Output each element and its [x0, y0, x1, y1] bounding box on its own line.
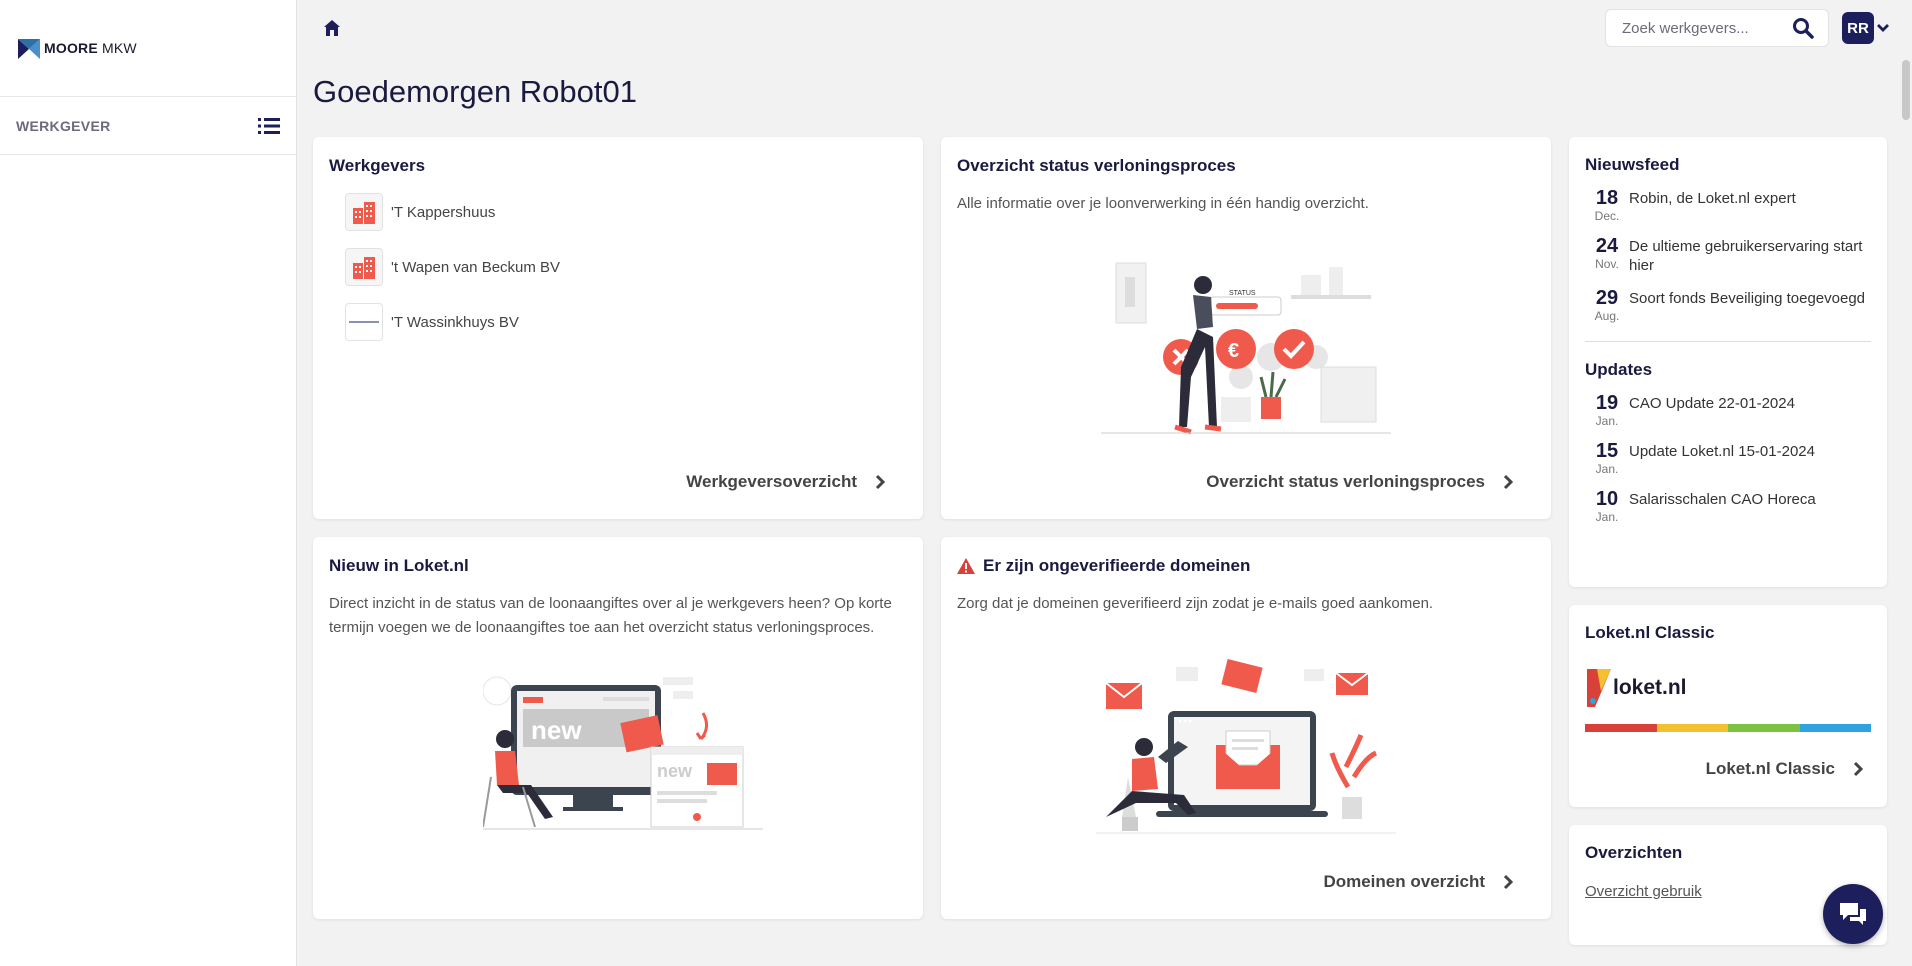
chevron-down-icon[interactable]	[1876, 23, 1890, 33]
overzichten-title: Overzichten	[1585, 843, 1683, 862]
divider	[1585, 341, 1871, 342]
nieuwsfeed-title: Nieuwsfeed	[1585, 155, 1680, 174]
search-icon[interactable]	[1792, 17, 1814, 39]
update-link[interactable]: Update Loket.nl 15-01-2024	[1629, 440, 1871, 461]
page-title: Goedemorgen Robot01	[313, 74, 638, 109]
brand-logo[interactable]: MOORE MKW	[0, 0, 296, 97]
list-item[interactable]: 'T Kappershuus	[345, 192, 560, 232]
list-item[interactable]: 'T Wassinkhuys BV	[345, 302, 560, 342]
update-link[interactable]: CAO Update 22-01-2024	[1629, 392, 1871, 413]
chevron-right-icon	[875, 474, 885, 490]
news-item[interactable]: 24 Nov. De ultieme gebruikerservaring sta…	[1585, 235, 1871, 275]
status-title: Overzicht status verloningsproces	[957, 156, 1236, 175]
building-icon	[345, 193, 383, 231]
scrollbar-thumb[interactable]	[1902, 60, 1910, 120]
brand-name: MOORE MKW	[44, 40, 137, 56]
search-input[interactable]	[1622, 19, 1792, 37]
domeinen-title: Er zijn ongeverifieerde domeinen	[983, 556, 1251, 575]
update-item[interactable]: 15 Jan. Update Loket.nl 15-01-2024	[1585, 440, 1871, 476]
search-box[interactable]	[1605, 9, 1829, 47]
sidebar-section-label: WERKGEVER	[16, 117, 111, 134]
status-illustration: STATUS €	[1101, 262, 1391, 435]
news-item[interactable]: 29 Aug. Soort fonds Beveiliging toegevoeg…	[1585, 287, 1871, 323]
news-link[interactable]: De ultieme gebruikerservaring start hier	[1629, 235, 1871, 275]
user-menu[interactable]: RR	[1842, 12, 1890, 44]
update-date: 10 Jan.	[1595, 488, 1619, 524]
chevron-right-icon	[1503, 474, 1513, 490]
updates-title: Updates	[1585, 360, 1653, 379]
update-date: 15 Jan.	[1595, 440, 1619, 476]
domeinen-overview-link[interactable]: Domeinen overzicht	[1323, 872, 1513, 892]
werkgevers-card: Werkgevers 'T Kappershuus 't Wapen van B…	[313, 137, 923, 519]
chevron-right-icon	[1503, 874, 1513, 890]
news-date: 24 Nov.	[1595, 235, 1619, 271]
sidebar-section-werkgever[interactable]: WERKGEVER	[0, 97, 296, 155]
moore-logo-icon	[18, 39, 40, 59]
list-item[interactable]: 't Wapen van Beckum BV	[345, 247, 560, 287]
werkgevers-list: 'T Kappershuus 't Wapen van Beckum BV 'T…	[345, 192, 560, 357]
werkgevers-title: Werkgevers	[329, 156, 426, 175]
update-date: 19 Jan.	[1595, 392, 1619, 428]
news-item[interactable]: 18 Dec. Robin, de Loket.nl expert	[1585, 187, 1871, 223]
classic-link[interactable]: Loket.nl Classic	[1706, 759, 1863, 779]
sidebar: MOORE MKW WERKGEVER	[0, 0, 297, 966]
nieuw-title: Nieuw in Loket.nl	[329, 556, 469, 575]
news-date: 29 Aug.	[1594, 287, 1620, 323]
update-link[interactable]: Salarisschalen CAO Horeca	[1629, 488, 1871, 509]
employer-name[interactable]: 'T Wassinkhuys BV	[391, 314, 519, 331]
chat-button[interactable]	[1823, 884, 1883, 944]
loket-logo-text: loket.nl	[1613, 676, 1687, 699]
warning-icon	[957, 558, 975, 574]
update-item[interactable]: 10 Jan. Salarisschalen CAO Horeca	[1585, 488, 1871, 524]
avatar[interactable]: RR	[1842, 12, 1874, 44]
employer-name[interactable]: 'T Kappershuus	[391, 204, 495, 221]
werkgeversoverzicht-link[interactable]: Werkgeversoverzicht	[686, 472, 885, 492]
building-icon	[345, 248, 383, 286]
classic-color-stripe	[1585, 724, 1871, 732]
status-description: Alle informatie over je loonverwerking i…	[957, 195, 1369, 212]
nieuw-card: Nieuw in Loket.nl Direct inzicht in de s…	[313, 537, 923, 919]
news-date: 18 Dec.	[1594, 187, 1620, 223]
status-overview-link[interactable]: Overzicht status verloningsproces	[1206, 472, 1513, 492]
nieuw-description: Direct inzicht in de status van de loona…	[329, 595, 892, 636]
email-illustration	[1096, 659, 1396, 834]
page-scrollbar[interactable]	[1900, 0, 1912, 966]
chat-icon	[1840, 903, 1866, 925]
company-logo-icon	[345, 303, 383, 341]
update-item[interactable]: 19 Jan. CAO Update 22-01-2024	[1585, 392, 1871, 428]
list-icon[interactable]	[258, 117, 280, 135]
svg-text:new: new	[531, 715, 582, 745]
chevron-right-icon	[1853, 761, 1863, 777]
domeinen-card: Er zijn ongeverifieerde domeinen Zorg da…	[941, 537, 1551, 919]
home-icon[interactable]	[322, 18, 342, 38]
classic-card: Loket.nl Classic loket.nl Loket.nl Class…	[1569, 605, 1887, 807]
nieuwsfeed-card: Nieuwsfeed 18 Dec. Robin, de Loket.nl exp…	[1569, 137, 1887, 587]
news-link[interactable]: Robin, de Loket.nl expert	[1629, 187, 1871, 208]
news-link[interactable]: Soort fonds Beveiliging toegevoegd	[1629, 287, 1871, 308]
classic-title: Loket.nl Classic	[1585, 623, 1715, 642]
loket-logo: loket.nl	[1585, 667, 1687, 709]
overzicht-gebruik-link[interactable]: Overzicht gebruik	[1585, 883, 1702, 900]
status-card: Overzicht status verloningsproces Alle i…	[941, 137, 1551, 519]
employer-name[interactable]: 't Wapen van Beckum BV	[391, 259, 560, 276]
svg-text:STATUS: STATUS	[1229, 290, 1256, 297]
new-feature-illustration: new new	[483, 676, 763, 830]
svg-text:€: €	[1228, 340, 1239, 362]
domeinen-description: Zorg dat je domeinen geverifieerd zijn z…	[957, 595, 1434, 612]
svg-text:new: new	[657, 761, 693, 781]
